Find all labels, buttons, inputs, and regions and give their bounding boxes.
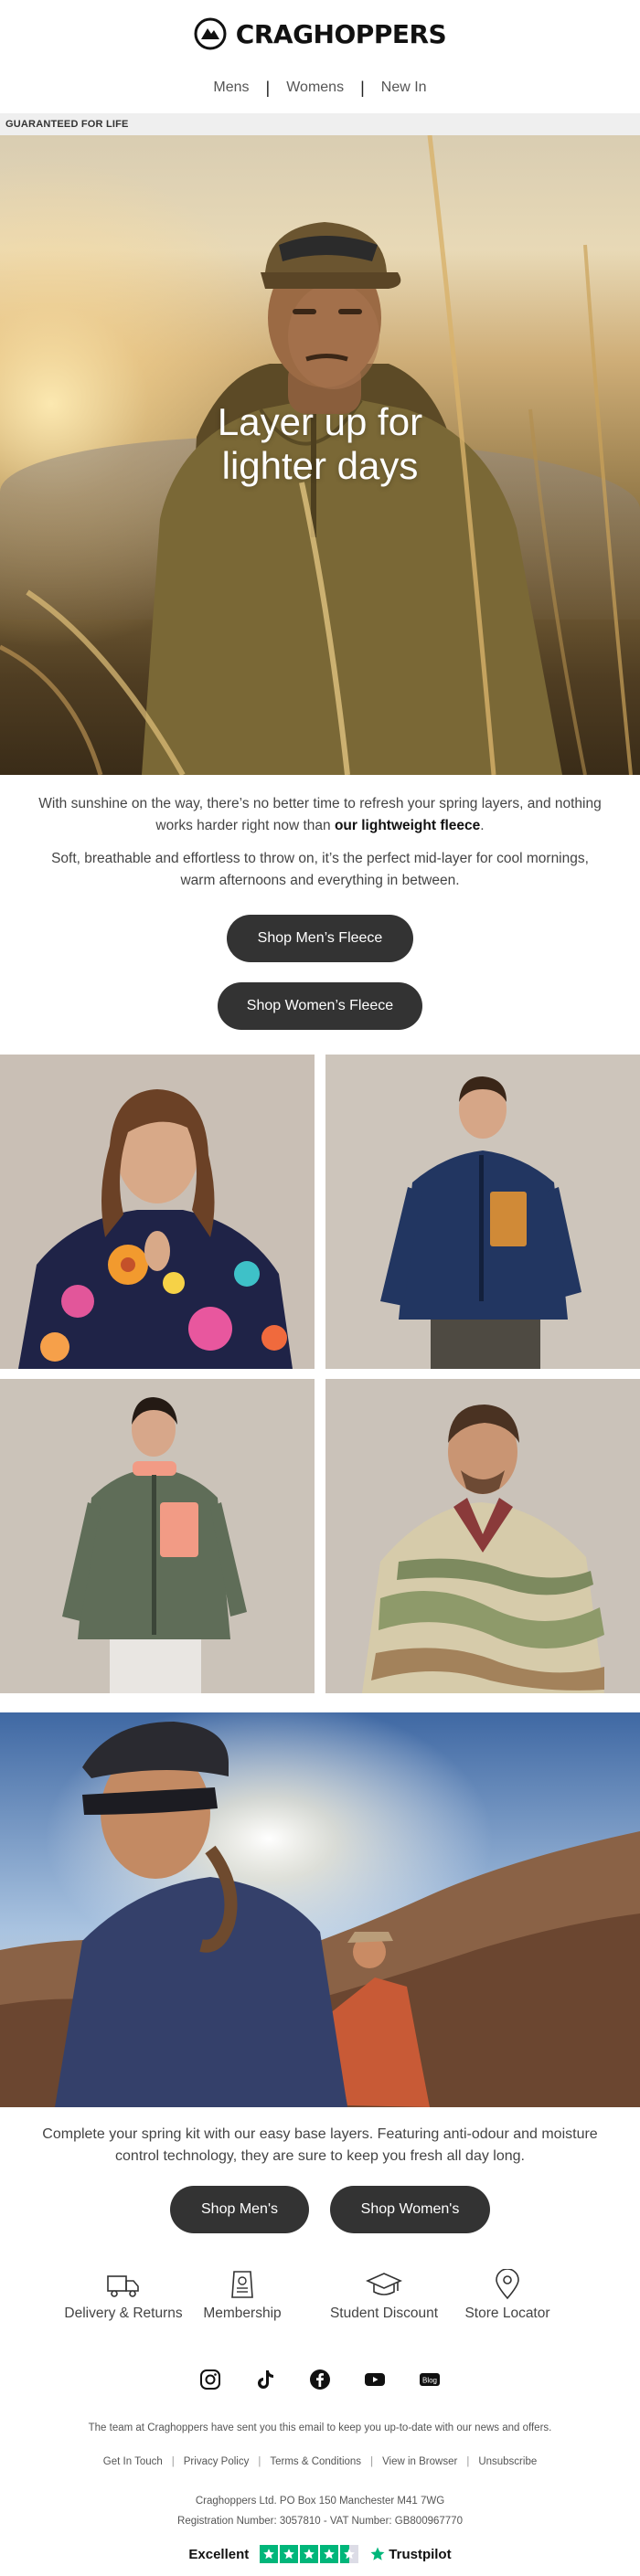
lifestyle-image[interactable] xyxy=(0,1712,640,2107)
guarantee-banner: GUARANTEED FOR LIFE xyxy=(0,113,640,135)
floral-fleece-photo xyxy=(0,1055,315,1369)
terms-link[interactable]: Terms & Conditions xyxy=(261,2456,370,2467)
intro-copy: With sunshine on the way, there’s no bet… xyxy=(37,793,603,903)
privacy-policy-link[interactable]: Privacy Policy xyxy=(175,2456,259,2467)
star-icon xyxy=(260,2545,279,2563)
hero-title-line-1: Layer up for xyxy=(217,400,423,443)
shop-mens-fleece-button[interactable]: Shop Men’s Fleece xyxy=(227,915,413,962)
company-info: Craghoppers Ltd. PO Box 150 Manchester M… xyxy=(37,2491,603,2531)
hero-title-line-2: lighter days xyxy=(221,444,419,487)
main-nav: Mens | Womens | New In xyxy=(0,76,640,100)
hikers-desert-photo xyxy=(0,1712,640,2107)
feature-student-discount[interactable]: Student Discount xyxy=(320,2269,448,2322)
craghoppers-logo-icon xyxy=(194,17,227,50)
hero-title: Layer up for lighter days xyxy=(0,400,640,488)
trustpilot-star-icon xyxy=(370,2547,385,2560)
graduation-cap-icon xyxy=(366,2273,402,2295)
trustpilot-rating-label: Excellent xyxy=(188,2546,250,2562)
shop-womens-button[interactable]: Shop Women's xyxy=(330,2186,490,2233)
delivery-truck-icon xyxy=(107,2275,139,2297)
membership-card-icon xyxy=(231,2271,253,2298)
feature-label: Delivery & Returns xyxy=(64,2306,183,2321)
nav-item-mens[interactable]: Mens xyxy=(197,80,265,96)
half-star-icon xyxy=(340,2545,359,2563)
lightweight-fleece-link[interactable]: our lightweight fleece xyxy=(335,818,480,833)
blog-icon[interactable]: Blog xyxy=(418,2368,442,2391)
tiktok-icon[interactable] xyxy=(253,2368,277,2391)
product-tile-mens-pattern-fleece[interactable] xyxy=(325,1379,640,1693)
feature-label: Student Discount xyxy=(329,2306,439,2321)
intro-text: With sunshine on the way, there’s no bet… xyxy=(38,796,602,833)
trustpilot-brand: Trustpilot xyxy=(389,2546,452,2562)
star-icon xyxy=(300,2545,319,2563)
intro-text-end: . xyxy=(480,818,485,833)
star-icon xyxy=(280,2545,299,2563)
feature-delivery-returns[interactable]: Delivery & Returns xyxy=(64,2269,183,2322)
shop-mens-button[interactable]: Shop Men's xyxy=(170,2186,309,2233)
facebook-icon[interactable] xyxy=(308,2368,332,2391)
trustpilot-badge[interactable]: Excellent Trustpilot xyxy=(0,2543,640,2565)
nav-item-womens[interactable]: Womens xyxy=(270,80,360,96)
pattern-fleece-photo xyxy=(325,1379,640,1693)
company-registration: Registration Number: 3057810 - VAT Numbe… xyxy=(177,2516,463,2527)
star-icon xyxy=(320,2545,339,2563)
green-fleece-photo xyxy=(0,1379,315,1693)
hero-image[interactable]: Layer up for lighter days xyxy=(0,135,640,775)
blog-icon-label: Blog xyxy=(422,2377,437,2385)
brand-logo[interactable]: CRAGHOPPERS xyxy=(0,16,640,52)
intro-paragraph-2: Soft, breathable and effortless to throw… xyxy=(51,851,589,888)
brand-name: CRAGHOPPERS xyxy=(235,18,447,49)
shop-womens-fleece-button[interactable]: Shop Women’s Fleece xyxy=(218,982,422,1030)
view-in-browser-link[interactable]: View in Browser xyxy=(373,2456,466,2467)
company-address: Craghoppers Ltd. PO Box 150 Manchester M… xyxy=(195,2496,445,2507)
intro-paragraph-1: With sunshine on the way, there’s no bet… xyxy=(37,793,603,837)
product-tile-womens-green-fleece[interactable] xyxy=(0,1379,315,1693)
youtube-icon[interactable] xyxy=(363,2368,387,2391)
product-tile-mens-navy-fleece[interactable] xyxy=(325,1055,640,1369)
trustpilot-stars xyxy=(260,2545,359,2563)
base-layers-copy: Complete your spring kit with our easy b… xyxy=(42,2126,598,2164)
get-in-touch-link[interactable]: Get In Touch xyxy=(94,2456,172,2467)
nav-item-new-in[interactable]: New In xyxy=(365,80,443,96)
product-tile-floral-fleece[interactable] xyxy=(0,1055,315,1369)
features-row: Delivery & Returns Membership Student Di… xyxy=(55,2269,585,2333)
map-pin-icon xyxy=(496,2269,519,2300)
feature-membership[interactable]: Membership xyxy=(192,2269,293,2322)
trustpilot-logo: Trustpilot xyxy=(369,2546,452,2562)
navy-fleece-photo xyxy=(325,1055,640,1369)
social-links: Blog xyxy=(0,2367,640,2392)
email-notice: The team at Craghoppers have sent you th… xyxy=(88,2422,552,2433)
feature-label: Membership xyxy=(203,2306,282,2321)
feature-label: Store Locator xyxy=(464,2306,550,2321)
feature-store-locator[interactable]: Store Locator xyxy=(448,2269,567,2322)
instagram-icon[interactable] xyxy=(198,2368,222,2391)
unsubscribe-link[interactable]: Unsubscribe xyxy=(469,2456,546,2467)
footer-links: Get In Touch | Privacy Policy | Terms & Co… xyxy=(0,2456,640,2467)
